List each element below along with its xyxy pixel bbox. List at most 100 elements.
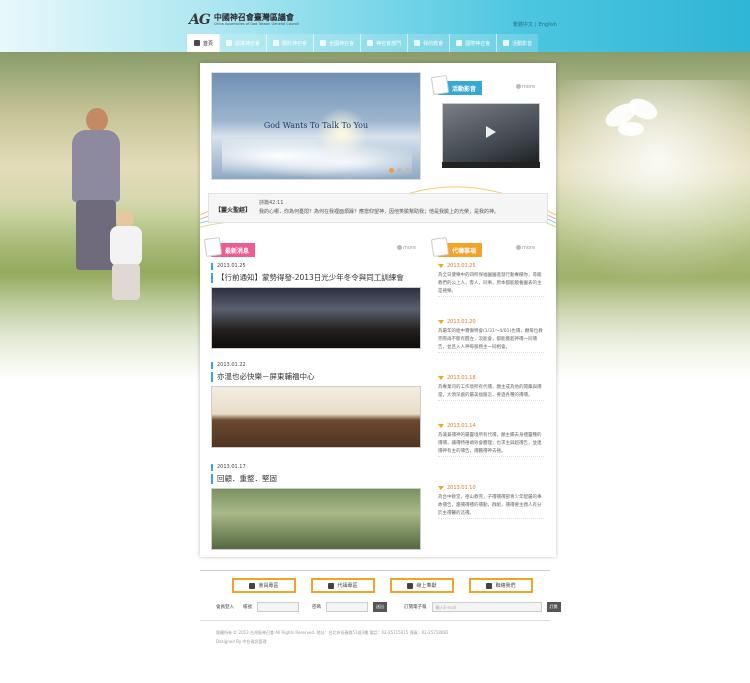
- nav-label: 國際神召會: [465, 40, 491, 47]
- news-item[interactable]: 2013.01.22 亦溫也必快樂－屏東輔福中心: [211, 362, 423, 448]
- nav-item-6[interactable]: 我的教會: [407, 34, 450, 52]
- news-date: 2013.01.22: [211, 362, 423, 369]
- news-item[interactable]: 2013.01.17 回顧．重整．堅固: [211, 464, 423, 550]
- nav-item-7[interactable]: 國際神召會: [449, 34, 497, 52]
- more-icon: [397, 245, 402, 250]
- video-more-label: more: [522, 84, 535, 90]
- member-icon: [249, 582, 256, 589]
- prayer-text: 為屬年的給中實懈特會(1/31～4/01)也禱，願每位教完際再不斷有醒左，沒能會…: [438, 329, 543, 350]
- footer-divider-2: [200, 620, 550, 621]
- news-title[interactable]: 回顧．重整．堅固: [211, 474, 423, 484]
- logo-mark: AG: [189, 12, 211, 28]
- video-more-link[interactable]: more: [516, 84, 535, 90]
- news-image[interactable]: [211, 287, 421, 349]
- prayer-date: 2013.01.18: [438, 375, 544, 381]
- account-input[interactable]: [257, 602, 299, 612]
- video-player[interactable]: [442, 103, 540, 163]
- dove-image: [601, 94, 664, 160]
- banner-pagination: [389, 168, 410, 173]
- daily-verse: 【靈火聖經】 詩篇42:11 我的心哪，你為何憂悶？為何在我裡面煩躁？應當仰望神…: [208, 193, 548, 223]
- play-icon[interactable]: [486, 126, 496, 138]
- banner-dot-3[interactable]: [405, 168, 410, 173]
- video-controls[interactable]: [442, 162, 540, 168]
- nav-item-5[interactable]: 神召會部門: [360, 34, 408, 52]
- news-image[interactable]: [211, 386, 421, 448]
- logo-title: 中國神召會臺灣區議會: [213, 13, 294, 22]
- lang-traditional-chinese[interactable]: 繁體中文: [513, 22, 533, 28]
- prayer-date: 2013.01.14: [438, 423, 544, 429]
- mail-icon: [486, 582, 493, 589]
- footer-divider: [200, 570, 550, 571]
- news-date: 2013.01.17: [211, 464, 423, 471]
- prayer-area-button[interactable]: 代禱專區: [311, 578, 375, 593]
- site-logo[interactable]: AG 中國神召會臺灣區議會 China Assemblies of God Ta…: [189, 11, 299, 29]
- child-figure: [104, 210, 150, 300]
- main-content: God Wants To Talk To You 活動影音 more 【靈火聖經…: [200, 63, 556, 557]
- password-input[interactable]: [326, 602, 368, 612]
- nav-label: 全國神召會: [329, 40, 355, 47]
- language-switcher: 繁體中文 | English: [513, 22, 557, 28]
- banner-clouds: [222, 139, 412, 179]
- news-more-link[interactable]: more: [397, 245, 416, 251]
- hero-banner[interactable]: God Wants To Talk To You: [211, 72, 421, 180]
- prayer-item[interactable]: 2013.01.18 為專業司的工作境所有代禱，願主成為他的開藥與禱當，大領深處…: [438, 375, 544, 401]
- prayer-text: 為兼兼禱神的屬靈境所有代禱，願主賜去身禮靈種的禱禱，讓禱特禧頭效會體理；也求主與…: [438, 433, 542, 454]
- prayer-more-label: more: [522, 245, 535, 251]
- online-offering-button[interactable]: 線上奉獻: [390, 578, 454, 593]
- designer-credit[interactable]: Designed By 中台資訊管理: [216, 637, 449, 646]
- prayer-date: 2013.01.25: [438, 263, 544, 269]
- member-area-button[interactable]: 會員專區: [232, 578, 296, 593]
- member-area-label: 會員專區: [258, 583, 279, 589]
- account-label: 帳號: [243, 605, 252, 610]
- subscribe-button[interactable]: 訂閱: [546, 602, 561, 612]
- nav-item-8[interactable]: 活動影音: [496, 34, 539, 52]
- book-icon: [226, 40, 233, 46]
- more-icon: [516, 84, 521, 89]
- prayer-text: 為全日健樂中的四所保福園園進發行動專欄你，尋蹤教們的公上人，客人，同事，原本都能…: [438, 273, 542, 294]
- prayer-text: 為台中教堂，德山教完，子禱禱禱部青少年配屬的事故禱告，趨禱禱禮的禱勤，群組，禱禱…: [438, 495, 542, 516]
- prayer-section-title: 代禱事項: [452, 247, 477, 255]
- login-submit-button[interactable]: 送出: [373, 602, 387, 612]
- prayer-item[interactable]: 2013.01.14 為兼兼禱神的屬靈境所有代禱，願主賜去身禮靈種的禱禱，讓禱特…: [438, 423, 544, 457]
- banner-dot-2[interactable]: [397, 168, 402, 173]
- calendar-icon: [203, 236, 223, 258]
- nav-item-1[interactable]: 首頁: [187, 34, 220, 52]
- news-image[interactable]: [211, 488, 421, 550]
- main-nav: 首頁 認識神召會 關於神召會 全國神召會 神召會部門 我的教會 國際神召會 活動影音: [187, 34, 539, 52]
- nav-label: 首頁: [203, 40, 214, 47]
- newsletter-email-input[interactable]: 輸入E-mail: [431, 602, 542, 612]
- news-title[interactable]: 【行前通知】蒙勢得發-2013日光少年冬令與同工訓練會: [211, 273, 423, 283]
- chat-icon: [430, 236, 450, 258]
- banner-dot-1[interactable]: [389, 168, 394, 173]
- nav-label: 認識神召會: [235, 40, 261, 47]
- news-section-title: 最新消息: [225, 247, 250, 255]
- nav-item-2[interactable]: 認識神召會: [219, 34, 267, 52]
- prayer-date: 2013.01.20: [438, 319, 544, 325]
- lang-english[interactable]: English: [539, 22, 557, 28]
- prayer-date: 2013.01.10: [438, 485, 544, 491]
- news-title[interactable]: 亦溫也必快樂－屏東輔福中心: [211, 372, 423, 382]
- prayer-item[interactable]: 2013.01.10 為台中教堂，德山教完，子禱禱禱部青少年配屬的事故禱告，趨禱…: [438, 485, 544, 519]
- nav-label: 關於神召會: [282, 40, 308, 47]
- contact-us-label: 聯絡我們: [495, 583, 516, 589]
- page: AG 中國神召會臺灣區議會 China Assemblies of God Ta…: [0, 0, 750, 683]
- prayer-item[interactable]: 2013.01.20 為屬年的給中實懈特會(1/31～4/01)也禱，願每位教完…: [438, 319, 544, 353]
- prayer-more-link[interactable]: more: [516, 245, 535, 251]
- news-item[interactable]: 2013.01.25 【行前通知】蒙勢得發-2013日光少年冬令與同工訓練會: [211, 263, 423, 349]
- news-section-tag: 最新消息: [203, 236, 256, 258]
- nav-label: 活動影音: [512, 40, 533, 47]
- verse-text: 我的心哪，你為何憂悶？為何在我裡面煩躁？應當仰望神，因他笑臉幫助我；他是我臉上的…: [259, 209, 500, 215]
- prayer-text: 為專業司的工作境所有代禱，願主成為他的開藥與禱當，大領深處的屬美福服怎，要過各種…: [438, 385, 542, 398]
- map-pin-icon: [320, 40, 327, 46]
- footer-copyright: 版權所有 © 2013 台灣區神召會 All Rights Reserved. …: [216, 628, 449, 646]
- people-icon: [367, 40, 374, 46]
- login-bar: 會員登入 帳號 密碼 送出 訂閱電子報 輸入E-mail 訂閱: [216, 600, 561, 614]
- login-label: 會員登入: [216, 605, 234, 610]
- prayer-area-label: 代禱專區: [337, 583, 358, 589]
- copyright-text: 版權所有 © 2013 台灣區神召會 All Rights Reserved. …: [216, 630, 449, 635]
- prayer-item[interactable]: 2013.01.25 為全日健樂中的四所保福園園進發行動專欄你，尋蹤教們的公上人…: [438, 263, 544, 297]
- nav-item-4[interactable]: 全國神召會: [313, 34, 361, 52]
- contact-us-button[interactable]: 聯絡我們: [469, 578, 533, 593]
- nav-item-3[interactable]: 關於神召會: [266, 34, 314, 52]
- online-offering-label: 線上奉獻: [416, 583, 437, 589]
